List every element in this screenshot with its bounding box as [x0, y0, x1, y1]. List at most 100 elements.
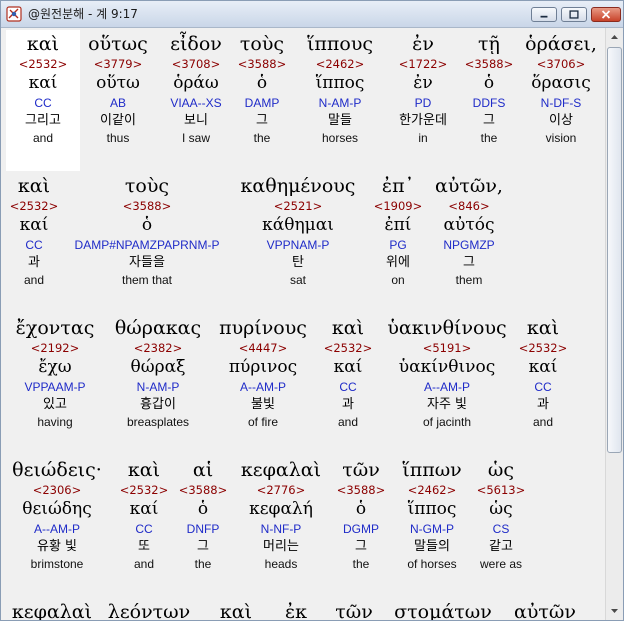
- word-block[interactable]: αὐτῶν, <846> αὐτός NPGMZP 그 them: [427, 173, 511, 288]
- strong-number[interactable]: <3708>: [156, 57, 236, 72]
- strong-number[interactable]: <1722>: [385, 57, 461, 72]
- word-block[interactable]: τῇ <3588> ὁ DDFS 그 the: [459, 31, 519, 146]
- english-gloss: brimstone: [30, 557, 84, 571]
- scroll-up-arrow-icon[interactable]: [607, 29, 622, 45]
- word-block[interactable]: ὁράσει, <3706> ὅρασις N-DF-S 이상 vision: [519, 31, 603, 146]
- lemma: πύρινος: [228, 357, 298, 377]
- scroll-down-arrow-icon[interactable]: [607, 603, 622, 619]
- word-block[interactable]: καὶ: [209, 599, 263, 620]
- greek-word: τοὺς: [124, 175, 170, 197]
- greek-word: στομάτων: [394, 601, 492, 620]
- title-bar[interactable]: @원전분해 - 계 9:17: [1, 1, 623, 28]
- strong-number[interactable]: <2192>: [5, 341, 105, 356]
- strong-number[interactable]: <1909>: [369, 199, 427, 214]
- word-block[interactable]: θώρακας <2382> θώραξ N-AM-P 흉갑이 breaspla…: [107, 315, 209, 430]
- word-block[interactable]: οὕτως <3779> οὕτω AB 이같이 thus: [78, 31, 158, 146]
- lemma: ὁ: [141, 215, 153, 235]
- korean-gloss: 그: [256, 113, 268, 128]
- word-block[interactable]: τῶν: [327, 599, 381, 620]
- korean-gloss: 자들을: [129, 255, 165, 270]
- strong-number[interactable]: <4447>: [213, 341, 313, 356]
- strong-number[interactable]: <3588>: [63, 199, 231, 214]
- close-button[interactable]: [591, 7, 621, 22]
- strong-number[interactable]: <3588>: [331, 483, 391, 498]
- word-block[interactable]: καὶ <2532> καί CC 과 and: [513, 315, 573, 430]
- word-block[interactable]: ὡς <5613> ὡς CS 같고 were as: [473, 457, 529, 572]
- strong-number[interactable]: <2532>: [7, 57, 79, 72]
- korean-gloss: 이상: [549, 113, 573, 128]
- word-block[interactable]: ἐκ: [271, 599, 321, 620]
- strong-number[interactable]: <3588>: [231, 57, 293, 72]
- greek-word: καὶ: [26, 33, 60, 55]
- word-block[interactable]: κεφαλαὶ <2776> κεφαλή N-NF-P 머리는 heads: [233, 457, 329, 572]
- parsing-code: CS: [492, 522, 510, 536]
- parsing-code: CC: [25, 238, 43, 252]
- parsing-code: VPPAAM-P: [24, 380, 86, 394]
- word-block[interactable]: κεφαλαὶ: [5, 599, 99, 620]
- lemma: ὁ: [355, 499, 367, 519]
- word-block[interactable]: καὶ <2532> καί CC 또 and: [115, 457, 173, 572]
- greek-word: κεφαλαὶ: [11, 601, 93, 620]
- english-gloss: sat: [289, 273, 306, 287]
- strong-number[interactable]: <3706>: [519, 57, 603, 72]
- strong-number[interactable]: <5191>: [379, 341, 515, 356]
- word-block[interactable]: καὶ <2532> καί CC 과 and: [317, 315, 379, 430]
- greek-word: τῇ: [478, 33, 500, 55]
- english-gloss: horses: [321, 131, 359, 145]
- word-block[interactable]: στομάτων: [385, 599, 501, 620]
- greek-word: θώρακας: [114, 317, 202, 339]
- strong-number[interactable]: <3779>: [78, 57, 158, 72]
- word-block[interactable]: ἐν <1722> ἐν PD 한가운데 in: [385, 31, 461, 146]
- greek-word: καὶ: [526, 317, 560, 339]
- strong-number[interactable]: <3588>: [175, 483, 231, 498]
- english-gloss: thus: [106, 131, 130, 145]
- strong-number[interactable]: <5613>: [473, 483, 529, 498]
- parsing-code: A--AM-P: [34, 522, 80, 536]
- lemma: ὡς: [489, 499, 513, 519]
- word-block[interactable]: καθημένους <2521> κάθημαι VPPNAM-P 탄 sat: [233, 173, 363, 288]
- minimize-button[interactable]: [531, 7, 557, 22]
- scroll-thumb[interactable]: [607, 47, 622, 453]
- word-block[interactable]: ἔχοντας <2192> ἔχω VPPAAM-P 있고 having: [5, 315, 105, 430]
- word-block[interactable]: αἱ <3588> ὁ DNFP 그 the: [175, 457, 231, 572]
- word-block[interactable]: τοὺς <3588> ὁ DAMP#NPAMZPAPRNM-P 자들을 the…: [63, 173, 231, 288]
- word-block[interactable]: ὑακινθίνους <5191> ὑακίνθινος A--AM-P 자주…: [379, 315, 515, 430]
- word-block[interactable]: εἶδον <3708> ὁράω VIAA--XS 보니 I saw: [156, 31, 236, 146]
- vertical-scrollbar[interactable]: [605, 28, 623, 620]
- strong-number[interactable]: <2382>: [107, 341, 209, 356]
- english-gloss: the: [194, 557, 212, 571]
- word-block[interactable]: πυρίνους <4447> πύρινος A--AM-P 불빛 of fi…: [213, 315, 313, 430]
- greek-word: θειώδεις·: [12, 459, 102, 481]
- english-gloss: of horses: [407, 557, 457, 571]
- greek-word: λεόντων: [107, 601, 191, 620]
- maximize-button[interactable]: [561, 7, 587, 22]
- strong-number[interactable]: <2462>: [393, 483, 471, 498]
- parsing-code: VIAA--XS: [170, 96, 222, 110]
- strong-number[interactable]: <3588>: [459, 57, 519, 72]
- strong-number[interactable]: <2776>: [233, 483, 329, 498]
- interlinear-view[interactable]: καὶ <2532> καί CC 그리고 and οὕτως <3779> ο…: [1, 28, 605, 620]
- word-block[interactable]: θειώδεις· <2306> θειώδης A--AM-P 유황 빛 br…: [5, 457, 109, 572]
- strong-number[interactable]: <2532>: [115, 483, 173, 498]
- word-block[interactable]: τοὺς <3588> ὁ DAMP 그 the: [231, 31, 293, 146]
- word-block[interactable]: ἐπ᾽ <1909> ἐπί PG 위에 on: [369, 173, 427, 288]
- strong-number[interactable]: <2532>: [7, 199, 61, 214]
- greek-word: καὶ: [219, 601, 253, 620]
- korean-gloss: 말들: [328, 113, 352, 128]
- strong-number[interactable]: <2532>: [513, 341, 573, 356]
- parsing-code: A--AM-P: [240, 380, 286, 394]
- word-block[interactable]: ἵππων <2462> ἵππος N-GM-P 말들의 of horses: [393, 457, 471, 572]
- greek-word: καὶ: [17, 175, 51, 197]
- word-block[interactable]: αὐτῶν: [507, 599, 583, 620]
- word-block[interactable]: καὶ <2532> καί CC 과 and: [7, 173, 61, 288]
- strong-number[interactable]: <2521>: [233, 199, 363, 214]
- strong-number[interactable]: <2462>: [295, 57, 385, 72]
- strong-number[interactable]: <2306>: [5, 483, 109, 498]
- greek-word: ὑακινθίνους: [387, 317, 507, 339]
- strong-number[interactable]: <2532>: [317, 341, 379, 356]
- word-block[interactable]: λεόντων: [105, 599, 193, 620]
- word-block[interactable]: καὶ <2532> καί CC 그리고 and: [7, 31, 79, 146]
- word-block[interactable]: τῶν <3588> ὁ DGMP 그 the: [331, 457, 391, 572]
- word-block[interactable]: ἵππους <2462> ἵππος N-AM-P 말들 horses: [295, 31, 385, 146]
- strong-number[interactable]: <846>: [427, 199, 511, 214]
